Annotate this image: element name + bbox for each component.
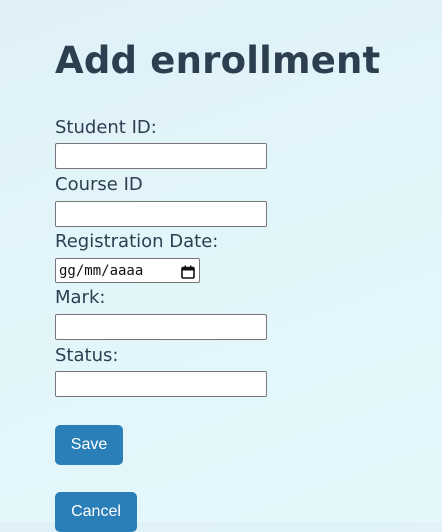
- student-id-input[interactable]: [55, 143, 267, 169]
- course-id-input[interactable]: [55, 201, 267, 227]
- calendar-icon[interactable]: [181, 264, 195, 279]
- mark-input[interactable]: [55, 314, 267, 340]
- mark-label: Mark:: [55, 287, 106, 308]
- student-id-label: Student ID:: [55, 117, 157, 138]
- registration-date-input[interactable]: gg/mm/aaaa: [55, 258, 200, 283]
- registration-date-placeholder: gg/mm/aaaa: [59, 262, 144, 279]
- status-input[interactable]: [55, 371, 267, 397]
- status-label: Status:: [55, 345, 119, 366]
- page-title: Add enrollment: [55, 39, 381, 82]
- cancel-button[interactable]: Cancel: [55, 492, 137, 532]
- registration-date-label: Registration Date:: [55, 231, 219, 252]
- course-id-label: Course ID: [55, 174, 143, 195]
- save-button[interactable]: Save: [55, 425, 123, 465]
